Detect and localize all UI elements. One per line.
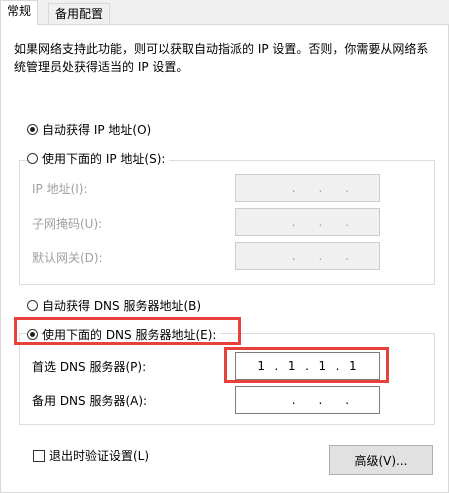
subnet-mask-input[interactable]: ...	[235, 208, 380, 236]
advanced-button[interactable]: 高级(V)...	[329, 445, 433, 475]
radio-manual-ip-indicator[interactable]	[27, 153, 38, 164]
validate-on-exit-box[interactable]	[33, 449, 45, 462]
radio-auto-ip-indicator[interactable]	[27, 124, 38, 135]
radio-auto-ip[interactable]: 自动获得 IP 地址(O)	[27, 121, 156, 138]
description-text: 如果网络支持此功能，则可以获取自动指派的 IP 设置。否则，你需要从网络系统管理…	[14, 42, 429, 74]
tab-general[interactable]: 常规	[0, 0, 39, 25]
tab-bar: 常规 备用配置	[0, 0, 449, 25]
validate-on-exit-label: 退出时验证设置(L)	[49, 449, 150, 463]
radio-auto-dns[interactable]: 自动获得 DNS 服务器地址(B)	[27, 297, 206, 314]
radio-manual-ip[interactable]: 使用下面的 IP 地址(S):	[27, 150, 170, 167]
subnet-mask-label: 子网掩码(U):	[32, 217, 103, 231]
radio-manual-ip-label: 使用下面的 IP 地址(S):	[42, 152, 166, 166]
radio-auto-dns-label: 自动获得 DNS 服务器地址(B)	[42, 299, 202, 313]
default-gateway-label: 默认网关(D):	[32, 251, 103, 265]
default-gateway-input[interactable]: ...	[235, 242, 380, 270]
ip-address-label: IP 地址(I):	[32, 182, 88, 196]
preferred-dns-highlight	[224, 347, 389, 383]
validate-on-exit-checkbox[interactable]: 退出时验证设置(L)	[33, 447, 149, 464]
manual-dns-highlight	[14, 317, 241, 345]
preferred-dns-label: 首选 DNS 服务器(P):	[32, 360, 147, 374]
radio-auto-ip-label: 自动获得 IP 地址(O)	[42, 123, 152, 137]
tab-alternate-configuration[interactable]: 备用配置	[48, 3, 111, 24]
alternate-dns-label: 备用 DNS 服务器(A):	[32, 394, 148, 408]
ip-address-input[interactable]: ...	[235, 174, 380, 202]
radio-auto-dns-indicator[interactable]	[27, 300, 38, 311]
alternate-dns-input[interactable]: ...	[235, 386, 380, 414]
